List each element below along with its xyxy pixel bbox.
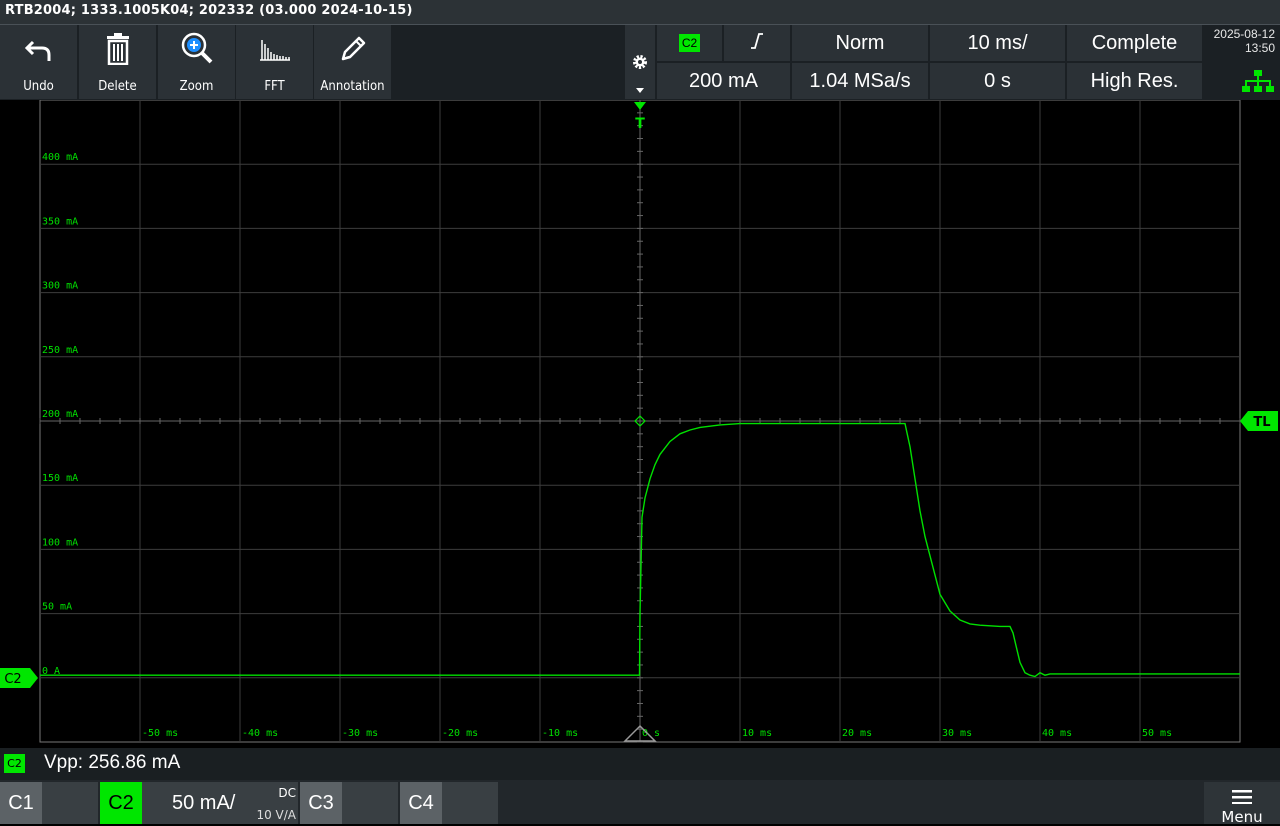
acquisition-state[interactable]: Complete bbox=[1067, 25, 1202, 61]
channel-c3-label: C3 bbox=[300, 782, 342, 824]
x-tick-label: -20 ms bbox=[442, 728, 478, 739]
delete-button[interactable]: Delete bbox=[79, 25, 156, 99]
channel-c2-settings: 50 mA/ DC 10 V/A bbox=[142, 782, 298, 824]
sample-rate[interactable]: 1.04 MSa/s bbox=[792, 63, 928, 99]
y-tick-label: 250 mA bbox=[42, 345, 78, 356]
horizontal-position[interactable]: 0 s bbox=[930, 63, 1065, 99]
x-tick-label: -30 ms bbox=[342, 728, 378, 739]
channel-c3-settings bbox=[342, 782, 398, 824]
menu-label: Menu bbox=[1221, 808, 1263, 826]
trigger-level-marker[interactable]: TL bbox=[1240, 411, 1278, 431]
waveform-area[interactable]: 400 mA 350 mA 300 mA 250 mA 200 mA 150 mA 100 … bbox=[0, 100, 1280, 748]
channel-c3[interactable]: C3 bbox=[300, 782, 398, 824]
rising-edge-icon bbox=[749, 32, 765, 55]
undo-button[interactable]: Undo bbox=[0, 25, 77, 99]
channel-c2-label: C2 bbox=[100, 782, 142, 824]
trigger-slope[interactable] bbox=[724, 25, 790, 61]
hamburger-icon bbox=[1232, 789, 1252, 808]
trash-icon bbox=[79, 31, 156, 67]
x-tick-label: 20 ms bbox=[842, 728, 872, 739]
x-tick-label: 10 ms bbox=[742, 728, 772, 739]
chevron-down-icon bbox=[636, 88, 644, 93]
instrument-info: RTB2004; 1333.1005K04; 202332 (03.000 20… bbox=[5, 3, 413, 18]
lan-icon[interactable] bbox=[1242, 70, 1274, 92]
trigger-level-marker-label: TL bbox=[1253, 415, 1270, 430]
channel-c4-settings bbox=[442, 782, 498, 824]
delete-label: Delete bbox=[98, 79, 137, 94]
y-tick-label: 100 mA bbox=[42, 537, 78, 548]
y-tick-label: 350 mA bbox=[42, 216, 78, 227]
channel-c2-probe: 10 V/A bbox=[256, 808, 296, 822]
zoom-label: Zoom bbox=[179, 79, 214, 94]
menu-button[interactable]: Menu bbox=[1204, 782, 1280, 826]
x-tick-label: 40 ms bbox=[1042, 728, 1072, 739]
measurement-value[interactable]: Vpp: 256.86 mA bbox=[44, 752, 180, 774]
annotation-button[interactable]: Annotation bbox=[314, 25, 391, 99]
channel-offset-marker[interactable]: C2 bbox=[0, 668, 38, 688]
annotation-label: Annotation bbox=[320, 79, 385, 94]
channel-c2-scale: 50 mA/ bbox=[172, 792, 236, 814]
time: 13:50 bbox=[1244, 41, 1275, 55]
toolbar: Undo Delete Zoom FFT Annotation C2 Norm … bbox=[0, 25, 1280, 100]
channel-c4-label: C4 bbox=[400, 782, 442, 824]
title-bar: RTB2004; 1333.1005K04; 202332 (03.000 20… bbox=[0, 0, 1280, 25]
channel-c4[interactable]: C4 bbox=[400, 782, 498, 824]
datetime: 2025-08-12 13:50 bbox=[1204, 25, 1280, 99]
trigger-source[interactable]: C2 bbox=[657, 25, 722, 61]
channel-bar: C1 C2 50 mA/ DC 10 V/A C3 C4 Menu bbox=[0, 780, 1280, 826]
y-tick-label: 300 mA bbox=[42, 281, 78, 292]
y-tick-label: 200 mA bbox=[42, 409, 78, 420]
y-tick-label: 150 mA bbox=[42, 473, 78, 484]
time-scale[interactable]: 10 ms/ bbox=[930, 25, 1065, 61]
channel-offset-marker-label: C2 bbox=[4, 672, 21, 687]
channel-c1-label: C1 bbox=[0, 782, 42, 824]
measurement-channel-badge: C2 bbox=[4, 754, 25, 773]
channel-c2[interactable]: C2 50 mA/ DC 10 V/A bbox=[100, 782, 298, 824]
x-tick-label: 50 ms bbox=[1142, 728, 1172, 739]
undo-label: Undo bbox=[23, 79, 54, 94]
undo-icon bbox=[0, 31, 77, 67]
acquisition-mode[interactable]: High Res. bbox=[1067, 63, 1202, 99]
fft-label: FFT bbox=[264, 79, 285, 94]
date: 2025-08-12 bbox=[1213, 27, 1275, 41]
fft-icon bbox=[236, 31, 313, 67]
zoom-button[interactable]: Zoom bbox=[158, 25, 235, 99]
pencil-icon bbox=[314, 31, 391, 67]
fft-button[interactable]: FFT bbox=[236, 25, 313, 99]
channel-c1-settings bbox=[42, 782, 98, 824]
channel-c2-coupling: DC bbox=[278, 786, 296, 800]
trigger-source-badge: C2 bbox=[678, 34, 701, 52]
channel-c1[interactable]: C1 bbox=[0, 782, 98, 824]
y-tick-label: 50 mA bbox=[42, 602, 72, 613]
trigger-marker-label: T bbox=[635, 116, 645, 132]
settings-button[interactable] bbox=[625, 25, 655, 99]
zoom-icon bbox=[158, 31, 235, 67]
x-tick-label: -40 ms bbox=[242, 728, 278, 739]
x-tick-label: -50 ms bbox=[142, 728, 178, 739]
trigger-mode[interactable]: Norm bbox=[792, 25, 928, 61]
x-tick-label: 30 ms bbox=[942, 728, 972, 739]
x-tick-label: -10 ms bbox=[542, 728, 578, 739]
gear-icon bbox=[630, 52, 650, 72]
trigger-level[interactable]: 200 mA bbox=[657, 63, 790, 99]
measurement-bar: C2 Vpp: 256.86 mA bbox=[0, 748, 1280, 780]
y-tick-label: 400 mA bbox=[42, 152, 78, 163]
